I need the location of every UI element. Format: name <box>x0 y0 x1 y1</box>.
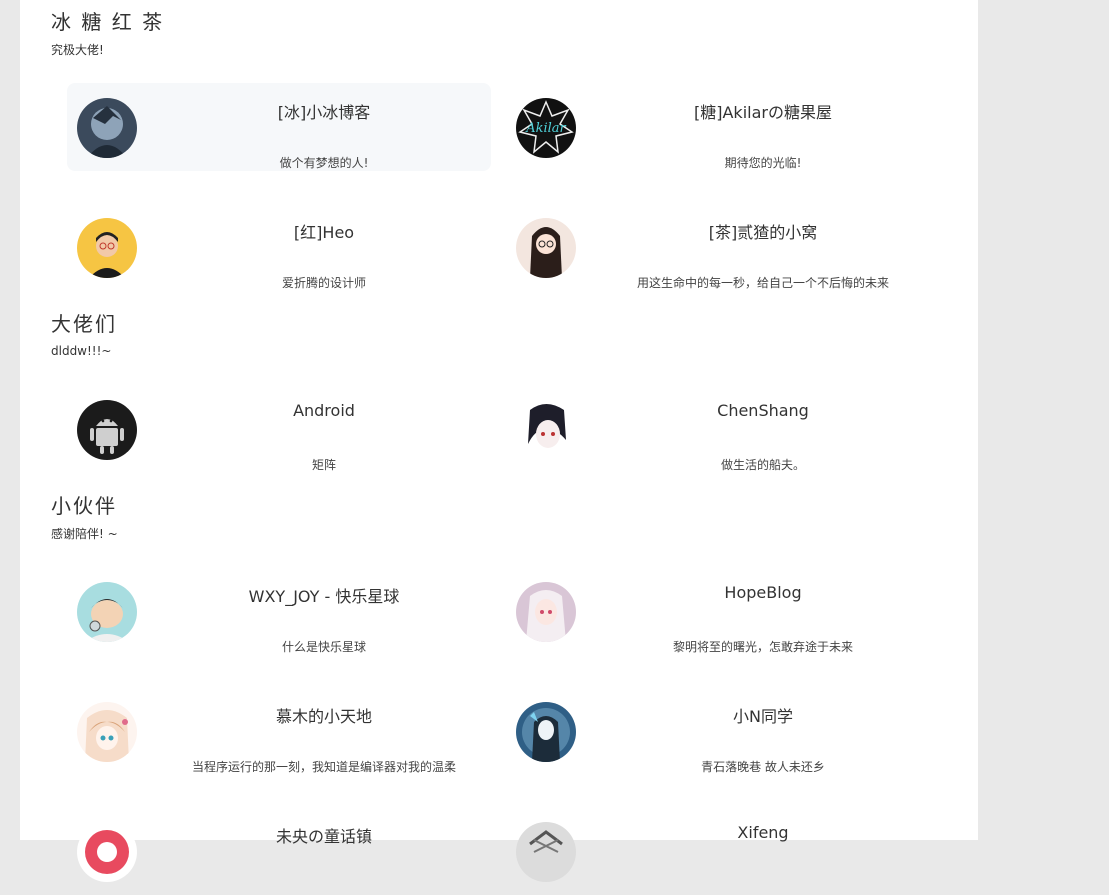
avatar <box>77 582 137 642</box>
avatar-image-icon <box>77 98 137 158</box>
friend-desc: 什么是快乐星球 <box>281 640 366 654</box>
avatar: Akilar <box>516 98 576 158</box>
avatar <box>516 822 576 882</box>
avatar-text: Akilar <box>525 121 566 136</box>
friend-desc: 期待您的光临! <box>724 156 802 170</box>
avatar-image-icon: Akilar <box>516 98 576 158</box>
avatar-image-icon <box>516 582 576 642</box>
flink-page: 冰 糖 红 茶 究极大佬! [冰]小冰博客 做个有梦想的人! Akilar [糖… <box>20 0 978 882</box>
friend-name: ChenShang <box>717 401 809 420</box>
friend-name: [糖]Akilarの糖果屋 <box>694 103 832 122</box>
friend-desc: 做个有梦想的人! <box>279 156 369 170</box>
friend-desc: 青石落晚巷 故人未还乡 <box>701 760 825 774</box>
friend-desc: 当程序运行的那一刻，我知道是编译器对我的温柔 <box>191 760 456 774</box>
friend-link-card[interactable]: 小N同学 青石落晚巷 故人未还乡 <box>506 687 930 775</box>
friend-link-card[interactable]: ChenShang 做生活的船夫。 <box>506 385 930 473</box>
avatar-image-icon <box>77 702 137 762</box>
avatar <box>77 218 137 278</box>
friend-desc: 爱折腾的设计师 <box>281 276 366 290</box>
avatar <box>77 400 137 460</box>
avatar-image-icon <box>77 582 137 642</box>
avatar-image-icon <box>516 822 576 882</box>
friend-name: [红]Heo <box>293 223 355 242</box>
group-title: 冰 糖 红 茶 <box>51 10 165 34</box>
friend-link-card[interactable]: 慕木的小天地 当程序运行的那一刻，我知道是编译器对我的温柔 <box>67 687 491 775</box>
friend-link-card[interactable]: Xifeng <box>506 807 930 895</box>
avatar <box>516 218 576 278</box>
friend-name: [茶]贰猹的小窝 <box>708 223 818 242</box>
avatar <box>516 582 576 642</box>
avatar-image-icon <box>77 822 137 882</box>
friend-name: 小N同学 <box>733 707 793 726</box>
android-icon <box>77 400 137 460</box>
friend-link-card[interactable]: Android 矩阵 <box>67 385 491 473</box>
friend-link-card[interactable]: [红]Heo 爱折腾的设计师 <box>67 203 491 291</box>
friend-link-card[interactable]: Akilar [糖]Akilarの糖果屋 期待您的光临! <box>506 83 930 171</box>
friend-link-card[interactable]: [茶]贰猹的小窝 用这生命中的每一秒，给自己一个不后悔的未来 <box>506 203 930 291</box>
avatar <box>516 400 576 460</box>
avatar-image-icon <box>77 218 137 278</box>
group-title: 大佬们 <box>51 312 117 336</box>
friend-link-card[interactable]: HopeBlog 黎明将至的曙光，怎敢弃途于未来 <box>506 567 930 655</box>
avatar <box>77 98 137 158</box>
avatar <box>77 702 137 762</box>
group-title: 小伙伴 <box>51 494 117 518</box>
friend-name: HopeBlog <box>724 583 802 602</box>
friend-name: Xifeng <box>737 823 789 842</box>
friend-link-card[interactable]: [冰]小冰博客 做个有梦想的人! <box>67 83 491 171</box>
friend-name: 慕木的小天地 <box>275 707 372 726</box>
group-desc: 究极大佬! <box>51 43 104 57</box>
avatar-image-icon <box>516 400 576 460</box>
friend-name: Android <box>293 401 355 420</box>
friend-name: WXY_JOY - 快乐星球 <box>248 587 400 606</box>
group-desc: 感谢陪伴! ~ <box>51 527 118 541</box>
friend-name: [冰]小冰博客 <box>277 103 371 122</box>
avatar-image-icon <box>516 218 576 278</box>
avatar <box>516 702 576 762</box>
group-desc: dlddw!!!~ <box>51 344 112 358</box>
friend-link-card[interactable]: WXY_JOY - 快乐星球 什么是快乐星球 <box>67 567 491 655</box>
friend-desc: 矩阵 <box>311 458 336 472</box>
friend-desc: 做生活的船夫。 <box>720 458 805 472</box>
friend-name: 未央の童话镇 <box>275 827 372 846</box>
friend-desc: 用这生命中的每一秒，给自己一个不后悔的未来 <box>636 276 889 290</box>
avatar-image-icon <box>516 702 576 762</box>
avatar <box>77 822 137 882</box>
friend-link-card[interactable]: 未央の童话镇 <box>67 807 491 895</box>
friend-desc: 黎明将至的曙光，怎敢弃途于未来 <box>672 640 853 654</box>
